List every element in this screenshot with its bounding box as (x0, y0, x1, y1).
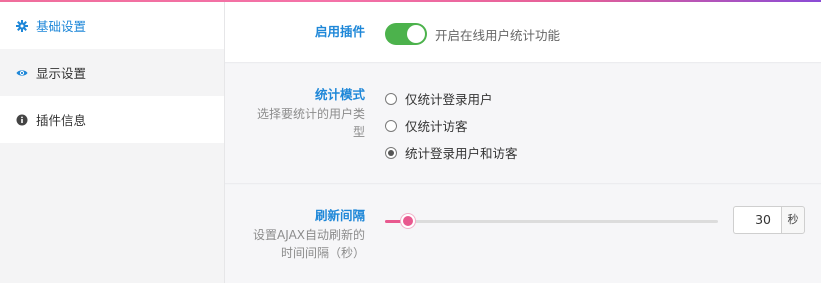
settings-page: 基础设置 显示设置 插件信息 ? (0, 0, 821, 283)
refresh-interval-label-group: 刷新间隔 设置AJAX自动刷新的时间间隔（秒） (253, 207, 365, 262)
radio-label: 仅统计访客 (405, 119, 468, 134)
refresh-interval-row: 刷新间隔 设置AJAX自动刷新的时间间隔（秒） 30 秒 (225, 185, 821, 283)
sidebar-item-label: 插件信息 (36, 113, 87, 128)
enable-plugin-toggle[interactable] (385, 23, 427, 45)
stat-mode-option-both[interactable]: 统计登录用户和访客 (385, 143, 518, 162)
sidebar: 基础设置 显示设置 插件信息 (0, 2, 225, 283)
toggle-knob (407, 25, 425, 43)
refresh-interval-input[interactable]: 30 (733, 206, 781, 234)
sidebar-item-display-settings[interactable]: 显示设置 (0, 49, 224, 96)
stat-mode-option-visitors[interactable]: 仅统计访客 (385, 116, 468, 135)
settings-panel: ? 启用插件 开启在线用户统计功能 统计模式 选择要统计的用户类型 仅统计登录用… (225, 2, 821, 283)
sidebar-item-plugin-info[interactable]: 插件信息 (0, 96, 224, 143)
refresh-interval-description: 设置AJAX自动刷新的时间间隔（秒） (253, 228, 365, 260)
radio-button[interactable] (385, 119, 397, 132)
gear-icon (16, 19, 28, 32)
refresh-interval-title: 刷新间隔 (314, 208, 365, 223)
refresh-interval-unit: 秒 (781, 206, 805, 234)
enable-plugin-label-group: 启用插件 (245, 23, 365, 41)
radio-button-checked[interactable] (385, 146, 397, 159)
info-icon (16, 114, 28, 126)
sidebar-item-label: 显示设置 (36, 66, 87, 81)
stat-mode-title: 统计模式 (314, 87, 365, 102)
stat-mode-description: 选择要统计的用户类型 (256, 107, 365, 139)
stat-mode-option-logged-in[interactable]: 仅统计登录用户 (385, 89, 493, 108)
enable-plugin-row: 启用插件 开启在线用户统计功能 (225, 2, 821, 63)
stat-mode-label-group: 统计模式 选择要统计的用户类型 (253, 86, 365, 141)
stat-mode-row: 统计模式 选择要统计的用户类型 仅统计登录用户 仅统计访客 统计登录用户和访客 (225, 64, 821, 184)
enable-plugin-description: 开启在线用户统计功能 (435, 28, 561, 43)
sidebar-item-basic-settings[interactable]: 基础设置 (0, 2, 224, 49)
enable-plugin-title: 启用插件 (314, 24, 365, 39)
radio-label: 仅统计登录用户 (405, 92, 493, 107)
eye-icon (16, 67, 28, 79)
radio-label: 统计登录用户和访客 (405, 146, 518, 161)
radio-button[interactable] (385, 92, 397, 105)
slider-handle[interactable] (401, 214, 416, 228)
sidebar-item-label: 基础设置 (36, 19, 87, 34)
refresh-interval-slider[interactable] (385, 214, 718, 228)
